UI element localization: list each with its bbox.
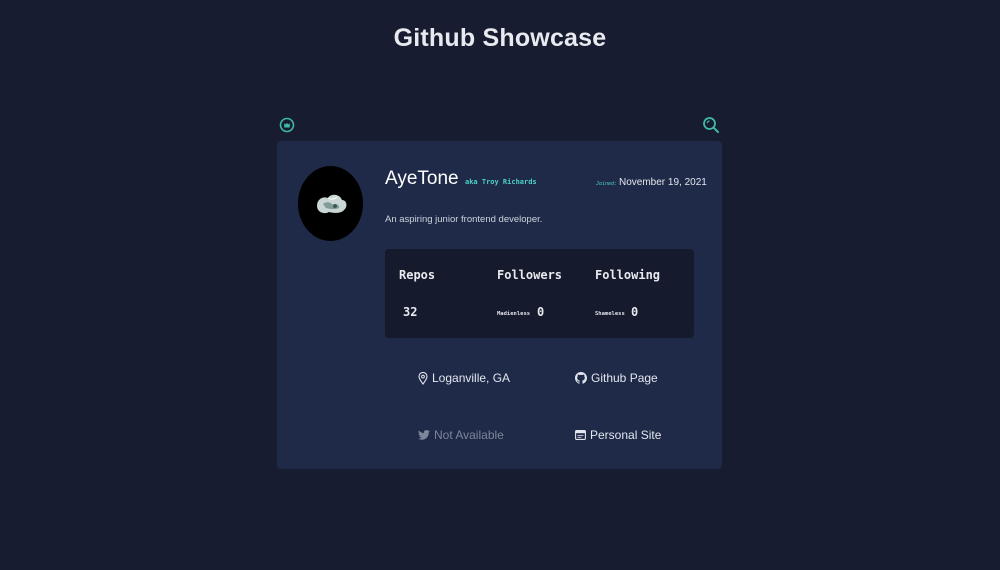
following-prefix: Shameless [595, 311, 625, 317]
github-page-link[interactable]: Github Page [575, 371, 658, 385]
twitter-text: Not Available [434, 428, 504, 442]
personal-site-link[interactable]: Personal Site [575, 428, 661, 442]
twitter-item: Not Available [418, 428, 504, 442]
search-button[interactable] [701, 115, 721, 135]
location-text: Loganville, GA [432, 371, 511, 385]
location-item: Loganville, GA [418, 371, 510, 385]
repos-count: 32 [403, 305, 418, 319]
browser-icon [575, 430, 586, 440]
profile-username: AyeTone [385, 168, 459, 189]
profile-card: AyeTone aka Troy Richards Joined: Novemb… [277, 141, 722, 469]
avatar [298, 166, 363, 241]
joined-date: November 19, 2021 [619, 177, 707, 188]
github-page-text: Github Page [591, 371, 658, 385]
twitter-icon [418, 430, 430, 440]
followers-label: Followers [497, 268, 563, 282]
following-count: 0 [631, 305, 639, 319]
following-label: Following [595, 268, 661, 282]
profile-bio: An aspiring junior frontend developer. [385, 214, 543, 225]
avatar-image [316, 194, 346, 213]
map-pin-icon [418, 371, 428, 385]
profile-real-name: aka Troy Richards [465, 178, 537, 186]
joined-label: Joined: [596, 181, 618, 187]
page-title: Github Showcase [393, 24, 607, 52]
followers-count: 0 [537, 305, 545, 319]
stats-panel: Repos 32 Followers Madienless 0 Followin… [385, 249, 694, 338]
followers-prefix: Madienless [497, 311, 531, 317]
repos-label: Repos [399, 268, 436, 282]
search-icon [703, 117, 719, 133]
personal-site-text: Personal Site [590, 428, 662, 442]
github-icon [575, 372, 587, 384]
app-logo-icon [277, 115, 297, 135]
